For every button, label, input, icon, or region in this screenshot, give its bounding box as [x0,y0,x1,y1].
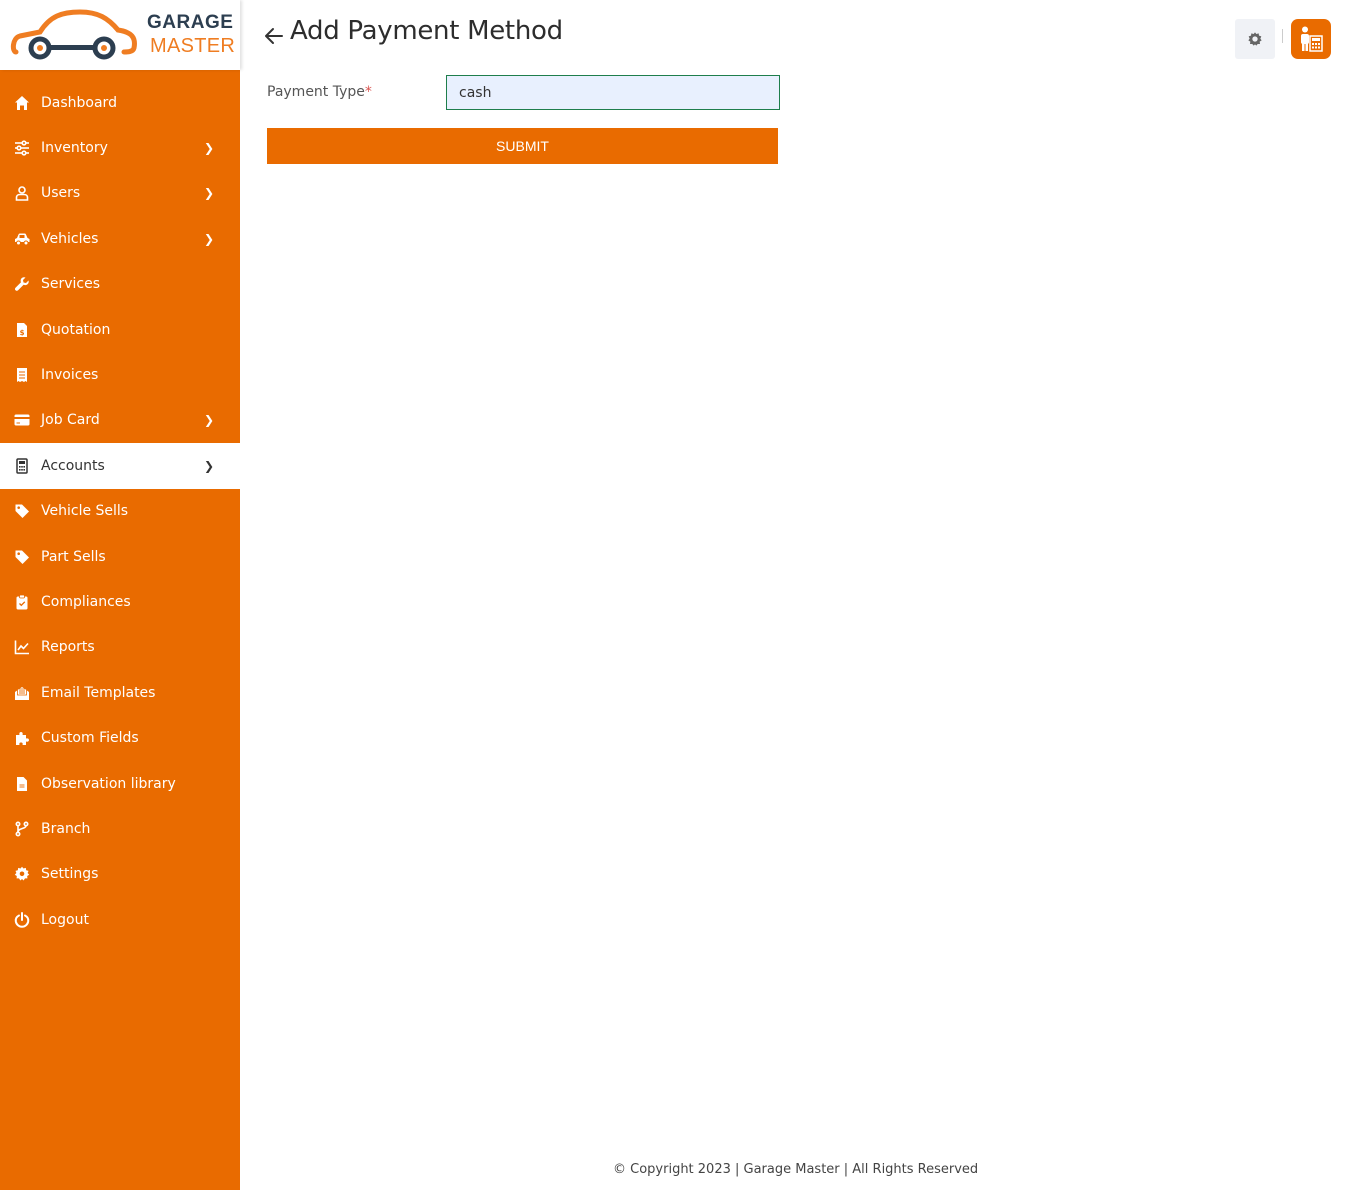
profile-avatar-button[interactable] [1291,19,1331,59]
sidebar-item-label: Quotation [41,321,111,338]
file-icon [14,776,30,792]
sidebar-item-label: Vehicle Sells [41,503,129,520]
line-chart-icon [14,639,30,655]
envelope-open-icon [14,685,30,701]
sidebar-item-users[interactable]: Users ❯ [0,171,240,216]
sidebar-item-label: Reports [41,639,95,656]
svg-text:$: $ [20,329,25,337]
chevron-right-icon: ❯ [204,231,215,246]
tag-icon [14,549,30,565]
sidebar-item-label: Invoices [41,367,99,384]
sidebar-item-job-card[interactable]: Job Card ❯ [0,398,240,443]
sidebar-item-accounts[interactable]: Accounts ❯ [0,443,240,489]
payment-type-label: Payment Type* [267,84,372,100]
sidebar-item-label: Settings [41,866,99,883]
sidebar-item-label: Vehicles [41,230,99,247]
header-divider [1282,29,1283,43]
sidebar-item-label: Logout [41,911,89,928]
brand-logo[interactable]: GARAGE MASTER [0,0,240,70]
sidebar-item-label: Services [41,276,101,293]
sidebar-item-branch[interactable]: Branch [0,806,240,851]
brand-line2: MASTER [150,35,236,57]
calculator-icon [14,458,30,474]
brand-line1: GARAGE [147,12,234,33]
power-icon [14,911,30,928]
payment-type-label-text: Payment Type [267,84,365,100]
sidebar-item-settings[interactable]: Settings [0,852,240,897]
credit-card-icon [14,412,30,428]
sidebar-item-observation-library[interactable]: Observation library [0,761,240,806]
sidebar-item-dashboard[interactable]: Dashboard [0,80,240,125]
home-icon [14,95,30,111]
sidebar-item-label: Branch [41,820,91,837]
sidebar-item-label: Email Templates [41,684,156,701]
sidebar-nav: Dashboard Inventory ❯ Users ❯ Vehicles ❯ Servic… [0,80,240,942]
sidebar-item-label: Compliances [41,593,131,610]
gear-icon [14,866,30,882]
sidebar-item-label: Custom Fields [41,730,139,747]
clipboard-check-icon [14,594,30,610]
sidebar-item-invoices[interactable]: Invoices [0,352,240,397]
sidebar-item-logout[interactable]: Logout [0,897,240,942]
submit-button[interactable]: SUBMIT [267,128,778,164]
car-wrench-logo-icon [10,9,137,60]
sliders-icon [14,140,30,156]
arrow-left-icon[interactable] [262,24,286,48]
puzzle-icon [14,730,30,746]
sidebar-item-quotation[interactable]: $ Quotation [0,307,240,352]
sidebar-item-vehicle-sells[interactable]: Vehicle Sells [0,489,240,534]
car-icon [14,231,30,247]
sidebar-item-vehicles[interactable]: Vehicles ❯ [0,216,240,261]
sidebar-item-label: Job Card [41,412,100,429]
code-branch-icon [14,821,30,837]
footer-copyright: © Copyright 2023 | Garage Master | All R… [613,1162,979,1177]
main-content: Add Payment Method Payment Type* SUBMIT … [240,0,1366,1190]
sidebar-item-label: Inventory [41,140,108,157]
sidebar-item-part-sells[interactable]: Part Sells [0,534,240,579]
sidebar-item-label: Part Sells [41,548,106,565]
sidebar-item-label: Observation library [41,775,176,792]
sidebar-item-label: Dashboard [41,94,117,111]
accountant-avatar-icon [1301,26,1323,52]
sidebar-item-email-templates[interactable]: Email Templates [0,670,240,715]
sidebar-item-label: Users [41,185,81,202]
chevron-right-icon: ❯ [204,413,215,428]
gear-icon [1248,32,1262,46]
payment-type-input[interactable] [446,75,780,110]
required-mark: * [364,84,372,100]
tag-icon [14,503,30,519]
invoice-dollar-icon: $ [14,322,30,338]
chevron-right-icon: ❯ [204,141,215,156]
sidebar-item-services[interactable]: Services [0,262,240,307]
sidebar-item-compliances[interactable]: Compliances [0,579,240,624]
sidebar-item-label: Accounts [41,457,105,474]
sidebar-item-custom-fields[interactable]: Custom Fields [0,715,240,760]
wrench-icon [14,276,30,292]
sidebar: GARAGE MASTER Dashboard Inventory ❯ Users ❯ V… [0,0,240,1190]
sidebar-item-inventory[interactable]: Inventory ❯ [0,125,240,170]
chevron-right-icon: ❯ [204,458,215,473]
settings-button[interactable] [1235,19,1275,59]
user-icon [14,185,30,202]
chevron-right-icon: ❯ [204,186,215,201]
page-title: Add Payment Method [290,16,563,46]
receipt-icon [14,367,30,383]
sidebar-item-reports[interactable]: Reports [0,625,240,670]
